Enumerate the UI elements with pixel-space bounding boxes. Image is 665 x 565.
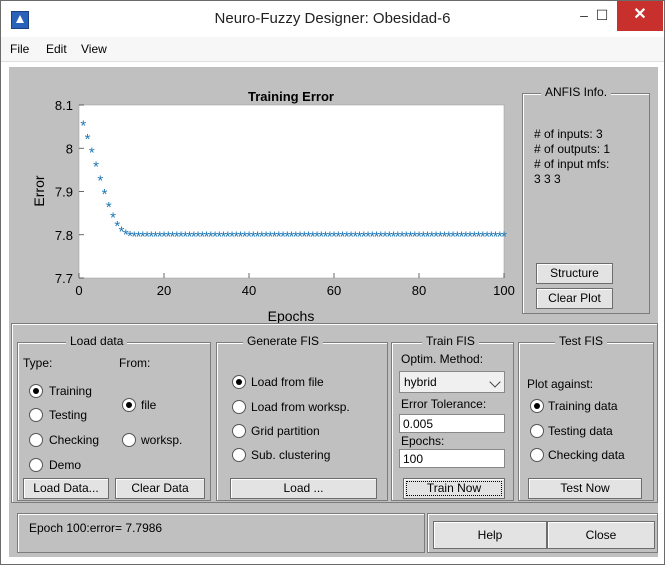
x-tick-label: 100	[493, 283, 515, 298]
title-bar[interactable]: Neuro-Fuzzy Designer: Obesidad-6 – ☐ ✕	[1, 1, 664, 37]
plot-area	[78, 104, 505, 279]
type-testing-radio[interactable]	[29, 408, 43, 422]
generate-load-button[interactable]: Load ...	[230, 478, 377, 499]
load-data-button[interactable]: Load Data...	[23, 478, 109, 499]
gen-load-file-radio[interactable]	[232, 375, 246, 389]
plot-testing-data-label[interactable]: Testing data	[548, 424, 613, 438]
anfis-input-mfs-values: 3 3 3	[534, 172, 561, 186]
menu-view[interactable]: View	[81, 42, 107, 56]
menu-bar: File Edit View	[1, 37, 664, 62]
menu-edit[interactable]: Edit	[46, 42, 67, 56]
y-tick-label: 7.8	[55, 228, 73, 243]
type-demo-label[interactable]: Demo	[49, 458, 81, 472]
gen-grid-partition-label[interactable]: Grid partition	[251, 424, 320, 438]
x-tick-label: 40	[242, 283, 256, 298]
train-now-button[interactable]: Train Now	[403, 478, 505, 499]
app-window: Neuro-Fuzzy Designer: Obesidad-6 – ☐ ✕ F…	[0, 0, 665, 565]
status-text: Epoch 100:error= 7.7986	[29, 521, 163, 535]
close-window-button[interactable]: ✕	[617, 1, 663, 31]
maximize-button[interactable]: ☐	[587, 1, 617, 31]
test-now-button[interactable]: Test Now	[528, 478, 642, 499]
from-file-radio[interactable]	[122, 398, 136, 412]
structure-button[interactable]: Structure	[536, 263, 613, 284]
chevron-down-icon	[489, 376, 501, 388]
type-checking-radio[interactable]	[29, 433, 43, 447]
chart-title: Training Error	[248, 89, 334, 104]
x-tick-label: 20	[157, 283, 171, 298]
gen-sub-clustering-radio[interactable]	[232, 448, 246, 462]
type-checking-label[interactable]: Checking	[49, 433, 99, 447]
from-label: From:	[119, 356, 151, 370]
optim-method-select[interactable]: hybrid	[399, 371, 505, 393]
optim-method-label: Optim. Method:	[401, 352, 484, 366]
gen-sub-clustering-label[interactable]: Sub. clustering	[251, 448, 330, 462]
from-worksp-label[interactable]: worksp.	[141, 433, 182, 447]
error-tolerance-label: Error Tolerance:	[401, 397, 487, 411]
help-button[interactable]: Help	[433, 521, 547, 549]
type-training-radio[interactable]	[29, 384, 43, 398]
x-tick-label: 0	[75, 283, 82, 298]
test-fis-title: Test FIS	[555, 334, 608, 348]
error-data-point: *	[501, 228, 507, 245]
load-data-title: Load data	[66, 334, 128, 348]
x-axis-label: Epochs	[268, 308, 315, 324]
anfis-input-mfs-label: # of input mfs:	[534, 157, 610, 171]
plot-testing-data-radio[interactable]	[530, 424, 544, 438]
gen-load-file-label[interactable]: Load from file	[251, 375, 324, 389]
gen-load-worksp-radio[interactable]	[232, 400, 246, 414]
clear-data-button[interactable]: Clear Data	[115, 478, 205, 499]
window-title: Neuro-Fuzzy Designer: Obesidad-6	[214, 10, 451, 27]
from-worksp-radio[interactable]	[122, 433, 136, 447]
y-axis-label: Error	[31, 175, 47, 206]
epochs-field[interactable]: 100	[399, 449, 505, 468]
epochs-label: Epochs:	[401, 434, 445, 448]
type-training-label[interactable]: Training	[49, 384, 92, 398]
gen-grid-partition-radio[interactable]	[232, 424, 246, 438]
y-tick-label: 8.1	[55, 98, 73, 113]
y-tick-label: 7.9	[55, 185, 73, 200]
plot-training-data-radio[interactable]	[530, 399, 544, 413]
type-label: Type:	[23, 356, 53, 370]
error-tolerance-field[interactable]: 0.005	[399, 414, 505, 433]
generate-fis-title: Generate FIS	[243, 334, 324, 348]
type-demo-radio[interactable]	[29, 458, 43, 472]
menu-file[interactable]: File	[10, 42, 29, 56]
gen-load-worksp-label[interactable]: Load from worksp.	[251, 400, 350, 414]
from-file-label[interactable]: file	[141, 398, 156, 412]
train-fis-title: Train FIS	[422, 334, 479, 348]
x-tick-label: 80	[412, 283, 426, 298]
anfis-info-title: ANFIS Info.	[541, 85, 612, 99]
anfis-outputs-count: # of outputs: 1	[534, 142, 611, 156]
designer-panel: Training Error 7.7 7.8 7.9 8 8.1 0 20 40 60 80 10…	[9, 67, 658, 557]
optim-method-value: hybrid	[404, 375, 437, 389]
y-tick-label: 8	[66, 141, 73, 156]
training-error-chart: Training Error 7.7 7.8 7.9 8 8.1 0 20 40 60 80 10…	[31, 89, 515, 324]
anfis-inputs-count: # of inputs: 3	[534, 127, 603, 141]
plot-against-label: Plot against:	[527, 377, 594, 391]
plot-training-data-label[interactable]: Training data	[548, 399, 618, 413]
type-testing-label[interactable]: Testing	[49, 408, 87, 422]
x-tick-label: 60	[327, 283, 341, 298]
y-tick-label: 7.7	[55, 271, 73, 286]
plot-checking-data-radio[interactable]	[530, 448, 544, 462]
plot-checking-data-label[interactable]: Checking data	[548, 448, 625, 462]
close-button[interactable]: Close	[547, 521, 655, 549]
clear-plot-button[interactable]: Clear Plot	[536, 288, 613, 309]
